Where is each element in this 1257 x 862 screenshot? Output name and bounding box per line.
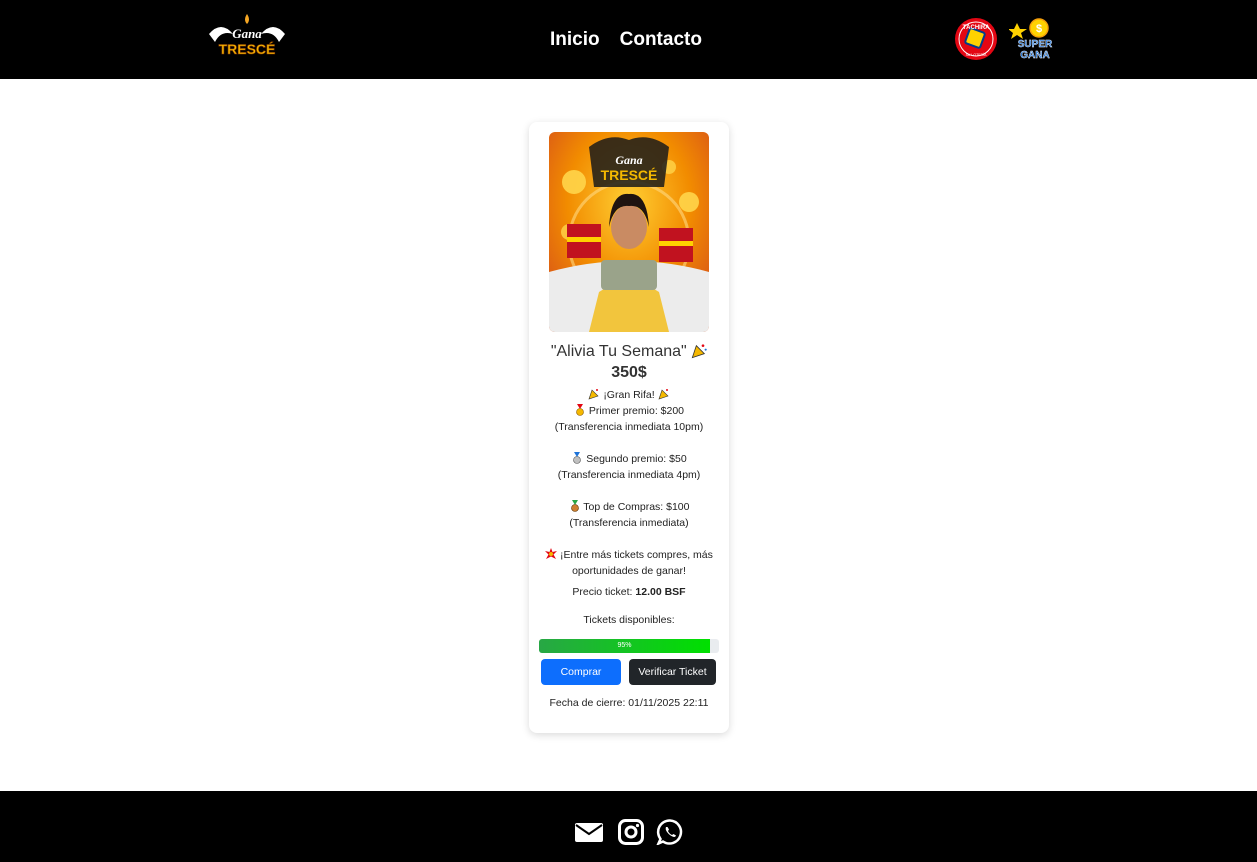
svg-text:SU LOTERÍA: SU LOTERÍA <box>966 53 987 57</box>
site-header: Gana TRESCÉ Inicio Contacto TÁCHIRA SU L… <box>0 0 1257 79</box>
envelope-icon[interactable] <box>575 819 603 845</box>
buy-button[interactable]: Comprar <box>541 659 621 685</box>
svg-text:Gana: Gana <box>615 153 642 167</box>
instagram-icon[interactable] <box>617 819 645 845</box>
description-line: ¡Entre más tickets compres, más oportuni… <box>535 547 723 579</box>
description-line: Primer premio: $200 <box>535 403 723 419</box>
site-footer <box>0 791 1257 862</box>
raffle-card: Gana TRESCÉ "Alivia Tu Semana" 350$ ¡Gra… <box>529 122 729 733</box>
svg-text:SUPER: SUPER <box>1018 39 1053 50</box>
svg-text:TRESCÉ: TRESCÉ <box>601 167 658 183</box>
main-nav: Inicio Contacto <box>550 29 702 51</box>
tickets-progress-bar: 95% <box>539 639 719 653</box>
description-line: Top de Compras: $100 <box>535 499 723 515</box>
party-popper-icon <box>658 389 669 400</box>
verify-ticket-button[interactable]: Verificar Ticket <box>629 659 716 685</box>
party-popper-icon <box>588 389 599 400</box>
svg-text:GANA: GANA <box>1020 50 1049 61</box>
raffle-title: "Alivia Tu Semana" <box>529 342 729 362</box>
nav-inicio-link[interactable]: Inicio <box>550 29 600 51</box>
collision-icon <box>545 548 558 559</box>
progress-fill: 95% <box>539 639 710 653</box>
closing-date: Fecha de cierre: 01/11/2025 22:11 <box>549 697 709 709</box>
super-gana-logo: $ SUPER GANA <box>1009 18 1053 61</box>
medal-icon <box>570 500 579 512</box>
svg-text:TRESCÉ: TRESCÉ <box>219 41 276 57</box>
description-line: ¡Gran Rifa! <box>535 387 723 403</box>
svg-text:Gana: Gana <box>232 26 262 41</box>
gold-medal-icon <box>576 404 584 416</box>
tickets-available-label: Tickets disponibles: <box>583 614 675 626</box>
raffle-description: ¡Gran Rifa! Primer premio: $200 (Transfe… <box>535 387 723 579</box>
raffle-promo-image[interactable]: Gana TRESCÉ <box>549 132 709 332</box>
nav-contacto-link[interactable]: Contacto <box>620 29 702 51</box>
ticket-price: Precio ticket: 12.00 BSF <box>572 586 686 598</box>
description-line: (Transferencia inmediata 10pm) <box>554 421 704 433</box>
description-line: (Transferencia inmediata 4pm) <box>557 469 701 481</box>
party-popper-icon <box>691 344 707 359</box>
ticket-price-value: 12.00 BSF <box>635 586 686 598</box>
description-line: (Transferencia inmediata) <box>569 517 689 529</box>
description-line: Segundo premio: $50 <box>535 451 723 467</box>
svg-text:TÁCHIRA: TÁCHIRA <box>963 24 991 31</box>
gana-tresce-logo[interactable]: Gana TRESCÉ <box>207 12 287 64</box>
svg-text:$: $ <box>1036 23 1042 35</box>
whatsapp-icon[interactable] <box>656 819 684 845</box>
silver-medal-icon <box>573 452 582 464</box>
tachira-loteria-logo: TÁCHIRA SU LOTERÍA <box>955 18 997 60</box>
raffle-price: 350$ <box>611 364 647 381</box>
